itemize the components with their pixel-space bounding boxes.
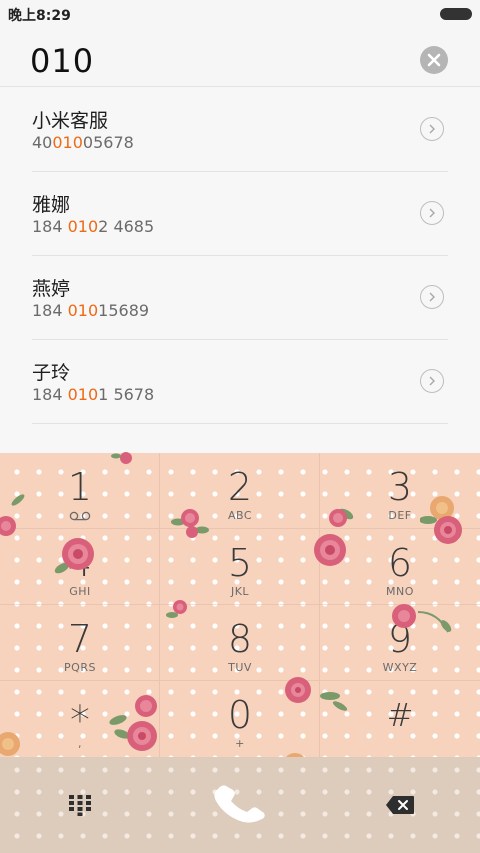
key-letters: MNO [386,585,414,598]
key-digit: 9 [387,617,413,661]
battery-icon [440,8,472,20]
key-letters: TUV [228,661,252,674]
dialpad-key-star[interactable]: * , [0,681,160,757]
chevron-right-icon [429,292,435,302]
key-digit: 0 [227,693,253,737]
dialpad: 1 2 ABC 3 DEF 4 GHI 5 JKL 6 MNO 7 PQRS 8… [0,453,480,757]
key-letters: + [235,737,245,750]
key-digit: 3 [387,465,413,509]
contact-detail-button[interactable] [420,201,444,225]
contact-result-item[interactable]: 雅娜 184 0102 4685 [32,172,448,256]
contact-name: 雅娜 [32,194,71,216]
dialpad-key-hash[interactable]: # [320,681,480,757]
dialed-number: 010 [30,42,95,80]
dialpad-key-1[interactable]: 1 [0,453,160,529]
dialpad-key-6[interactable]: 6 MNO [320,529,480,605]
contact-number: 184 0102 4685 [32,217,155,236]
clear-button[interactable] [420,46,448,74]
dialpad-key-7[interactable]: 7 PQRS [0,605,160,681]
contact-result-item[interactable]: 燕婷 184 01015689 [32,256,448,340]
key-digit: 6 [387,541,413,585]
contact-number: 184 0101 5678 [32,385,155,404]
backspace-button[interactable] [370,775,430,835]
backspace-icon [386,796,414,814]
key-digit: 2 [227,465,253,509]
dialed-number-bar: 010 [0,28,480,87]
key-digit: * [70,698,90,744]
key-digit: 8 [227,617,253,661]
chevron-right-icon [429,376,435,386]
chevron-right-icon [429,208,435,218]
contact-name: 子玲 [32,362,71,384]
voicemail-icon [69,511,91,521]
key-digit: 4 [67,541,93,585]
status-bar: 晚上8:29 [0,0,480,28]
dialpad-key-8[interactable]: 8 TUV [160,605,320,681]
match-highlight: 010 [52,133,83,152]
contact-detail-button[interactable] [420,117,444,141]
contact-result-item[interactable]: 子玲 184 0101 5678 [32,340,448,424]
close-icon [427,53,441,67]
key-letters: ABC [227,509,253,522]
dialpad-key-5[interactable]: 5 JKL [160,529,320,605]
key-digit: 5 [227,541,253,585]
key-digit: 7 [67,617,93,661]
contact-detail-button[interactable] [420,369,444,393]
match-highlight: 010 [67,301,99,320]
key-letters: , [78,737,82,750]
contact-number: 4001005678 [32,133,134,152]
dialpad-key-4[interactable]: 4 GHI [0,529,160,605]
dialpad-key-2[interactable]: 2 ABC [160,453,320,529]
dialpad-icon [69,795,91,816]
contact-detail-button[interactable] [420,285,444,309]
key-letters: WXYZ [382,661,418,674]
key-letters: DEF [388,509,412,522]
call-button[interactable] [206,775,274,835]
dialpad-key-3[interactable]: 3 DEF [320,453,480,529]
key-digit: 1 [67,465,93,509]
keypad-toggle-button[interactable] [50,775,110,835]
dialpad-key-9[interactable]: 9 WXYZ [320,605,480,681]
dialpad-key-0[interactable]: 0 + [160,681,320,757]
contact-name: 燕婷 [32,278,71,300]
key-letters: JKL [230,585,250,598]
match-highlight: 010 [67,217,99,236]
status-time: 晚上8:29 [8,8,71,24]
phone-icon [214,785,265,823]
contact-number: 184 01015689 [32,301,150,320]
match-highlight: 010 [67,385,99,404]
dialer-action-bar [0,757,480,853]
key-letters: PQRS [64,661,96,674]
contact-name: 小米客服 [32,110,109,132]
contact-result-item[interactable]: 小米客服 4001005678 [32,88,448,172]
chevron-right-icon [429,124,435,134]
key-letters: GHI [69,585,91,598]
key-digit: # [386,696,414,734]
search-results-list: 小米客服 4001005678 雅娜 184 0102 4685 燕婷 184 … [0,88,480,453]
